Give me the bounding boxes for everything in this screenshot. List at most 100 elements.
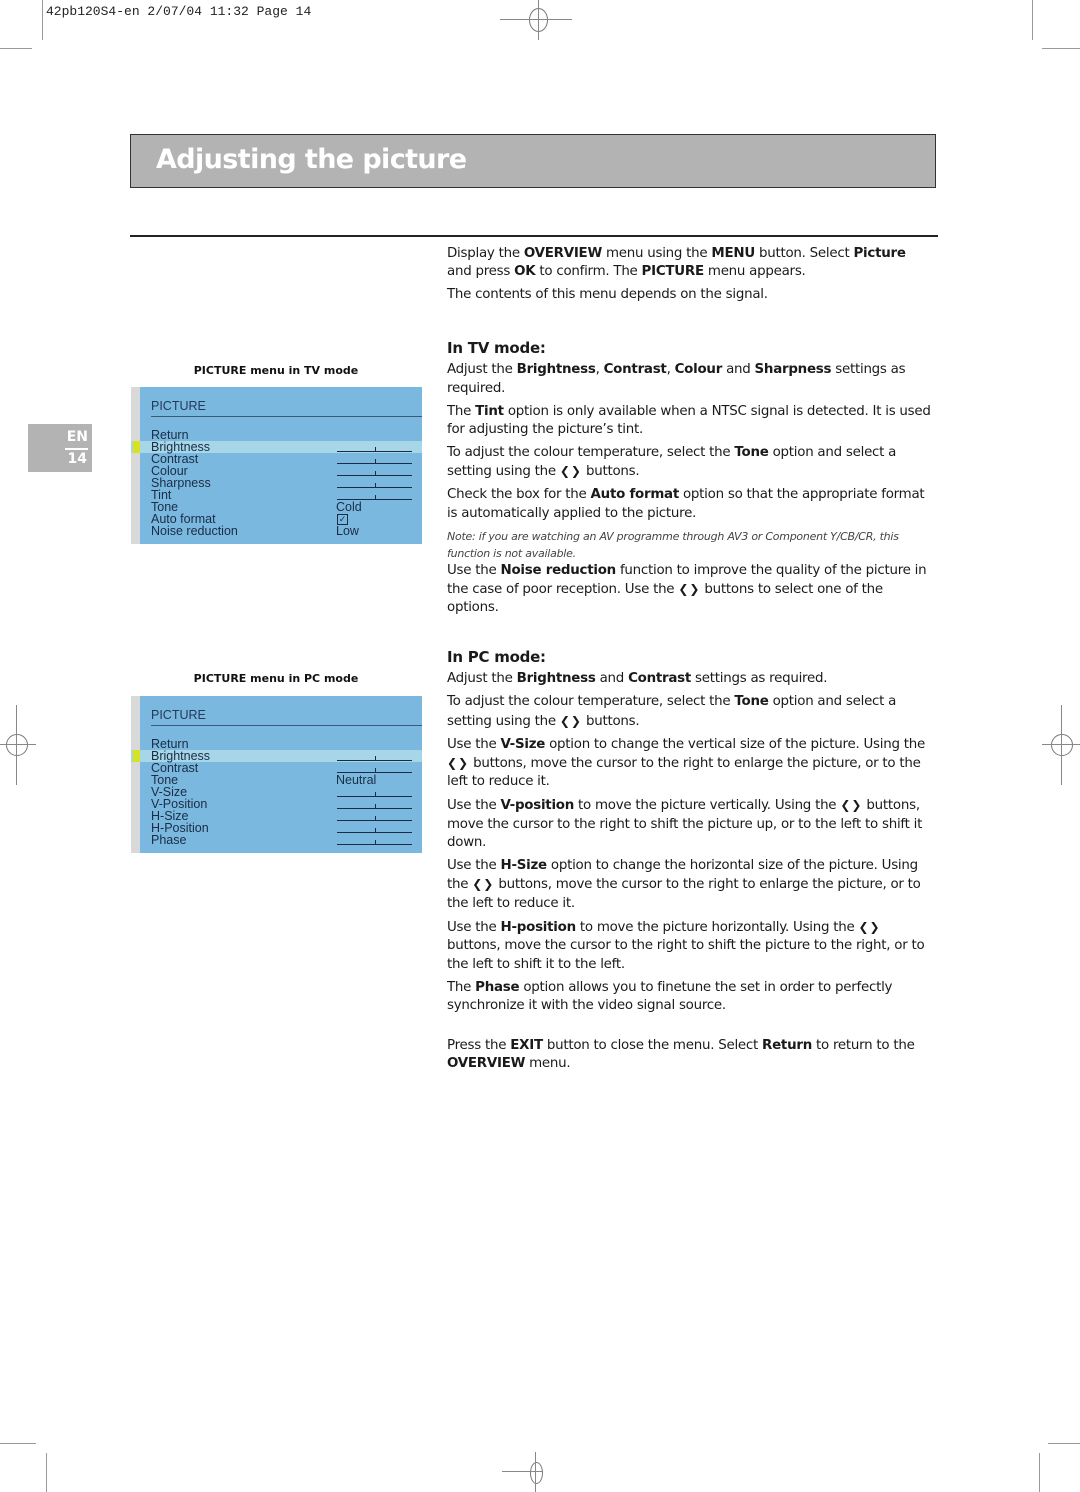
text-run: buttons. [581,713,640,729]
text-run: to move the picture horizontally. Using … [575,919,859,935]
bold-term: Return [762,1038,812,1053]
pc-mode-section: In PC mode: Adjust the Brightness and Co… [447,648,933,1020]
slider-thumb[interactable] [374,495,376,499]
text-run: buttons. [581,464,640,480]
slider-thumb[interactable] [374,816,376,820]
slider-thumb[interactable] [374,792,376,796]
text-run: menu appears. [703,264,806,280]
page-number: 14 [67,451,87,467]
tv-picture-menu: PICTURE Return Brightness Contrast Colour Sh… [131,387,422,544]
slider[interactable] [337,447,412,452]
slider-thumb[interactable] [374,471,376,475]
menu-item-phase[interactable]: Phase [131,834,422,846]
text-run: To adjust the colour temperature, select… [447,445,735,461]
paragraph: Adjust the Brightness and Contrast setti… [447,670,933,688]
registration-mark-right [1040,705,1080,790]
pc-picture-menu: PICTURE Return Brightness Contrast Tone Neut… [131,696,422,853]
closing-text: Press the EXIT button to close the menu.… [447,1037,933,1078]
page-title-bar: Adjusting the picture [130,134,936,188]
bold-term: PICTURE [641,264,705,280]
paragraph: Use the V-Size option to change the vert… [447,736,933,792]
text-run: button. Select [754,246,854,261]
language-page-tab: EN 14 [28,424,92,472]
pc-menu-caption: PICTURE menu in PC mode [193,672,359,685]
menu-title-underline [151,416,422,417]
slider-thumb[interactable] [374,768,376,772]
menu-item-value: Neutral [336,773,377,787]
slider-thumb[interactable] [374,828,376,832]
text-run: Use the [447,736,501,752]
tv-mode-note: Note: if you are watching an AV programm… [447,529,899,560]
bold-term: Brightness [516,671,596,687]
bold-term: Phase [475,979,520,995]
bold-term: Tint [475,403,504,419]
menu-item-sharpness[interactable]: Sharpness [131,477,422,489]
tv-mode-heading: In TV mode: [447,339,546,357]
slider[interactable] [337,792,412,797]
slider-thumb[interactable] [374,756,376,760]
pc-mode-paragraphs: Adjust the Brightness and Contrast setti… [447,670,933,1015]
text-run: option to change the vertical size of th… [545,736,925,752]
text-run: To adjust the colour temperature, select… [447,694,735,710]
text-run: , [666,362,675,378]
bold-term: OK [514,264,536,280]
text-run: Adjust the [447,362,517,378]
paragraph: The Tint option is only available when a… [447,403,933,440]
slider-thumb[interactable] [374,804,376,808]
bold-term: OVERVIEW [523,246,602,261]
slider-thumb[interactable] [374,447,376,451]
text-run: buttons, move the cursor to the right to… [447,877,921,911]
bold-term: Contrast [628,671,692,687]
menu-title: PICTURE [151,399,206,413]
slider-thumb[interactable] [374,840,376,844]
slider[interactable] [337,816,412,821]
text-run: Use the [447,858,501,874]
slider-thumb[interactable] [374,483,376,487]
text-run: button to close the menu. Select [542,1038,763,1053]
registration-mark-top [500,0,580,40]
menu-item-noise-reduction[interactable]: Noise reduction Low [131,525,422,538]
paragraph: Press the EXIT button to close the menu.… [447,1037,933,1074]
crop-mark [0,48,32,49]
slider[interactable] [337,471,412,476]
slider[interactable] [337,804,412,809]
text-run: to confirm. The [535,264,642,280]
slider[interactable] [337,483,412,488]
bold-term: H-position [500,919,577,935]
bold-term: Tone [734,445,769,461]
menu-rows: Return Brightness Contrast Tone Neutral V-Siz… [131,738,422,846]
text-run: menu using the [601,246,712,261]
text-run: and [595,671,629,687]
tab-separator [65,448,88,450]
arrow-left-right-icon: ❮❯ [447,756,470,771]
menu-title-underline [151,725,422,726]
paragraph: The contents of this menu depends on the… [447,286,933,304]
intro-text: Display the OVERVIEW menu using the MENU… [447,245,933,309]
selection-marker [133,441,140,453]
text-run: Use the [447,798,501,814]
bold-term: Brightness [516,362,596,378]
slider[interactable] [337,756,412,761]
paragraph: The Phase option allows you to finetune … [447,979,933,1016]
text-run: The [447,403,476,419]
paragraph: Check the box for the Auto format option… [447,486,933,523]
paragraph: Use the H-position to move the picture h… [447,918,933,974]
crop-mark [42,0,43,40]
menu-title: PICTURE [151,708,206,722]
slider[interactable] [337,828,412,833]
slider-thumb[interactable] [374,459,376,463]
bold-term: V-position [500,798,575,814]
slider[interactable] [337,840,412,845]
bold-term: Sharpness [754,362,832,378]
paragraph: Display the OVERVIEW menu using the MENU… [447,245,933,282]
text-run: Check the box for the [447,487,591,503]
bold-term: Colour [674,362,723,378]
text-run: Press the [447,1038,511,1053]
crop-mark [1039,1453,1040,1492]
menu-item-value: Cold [336,500,362,514]
bold-term: EXIT [510,1038,543,1053]
text-run: and press [447,264,515,280]
text-run: Use the [447,919,501,935]
bold-term: V-Size [500,736,546,752]
slider[interactable] [337,459,412,464]
